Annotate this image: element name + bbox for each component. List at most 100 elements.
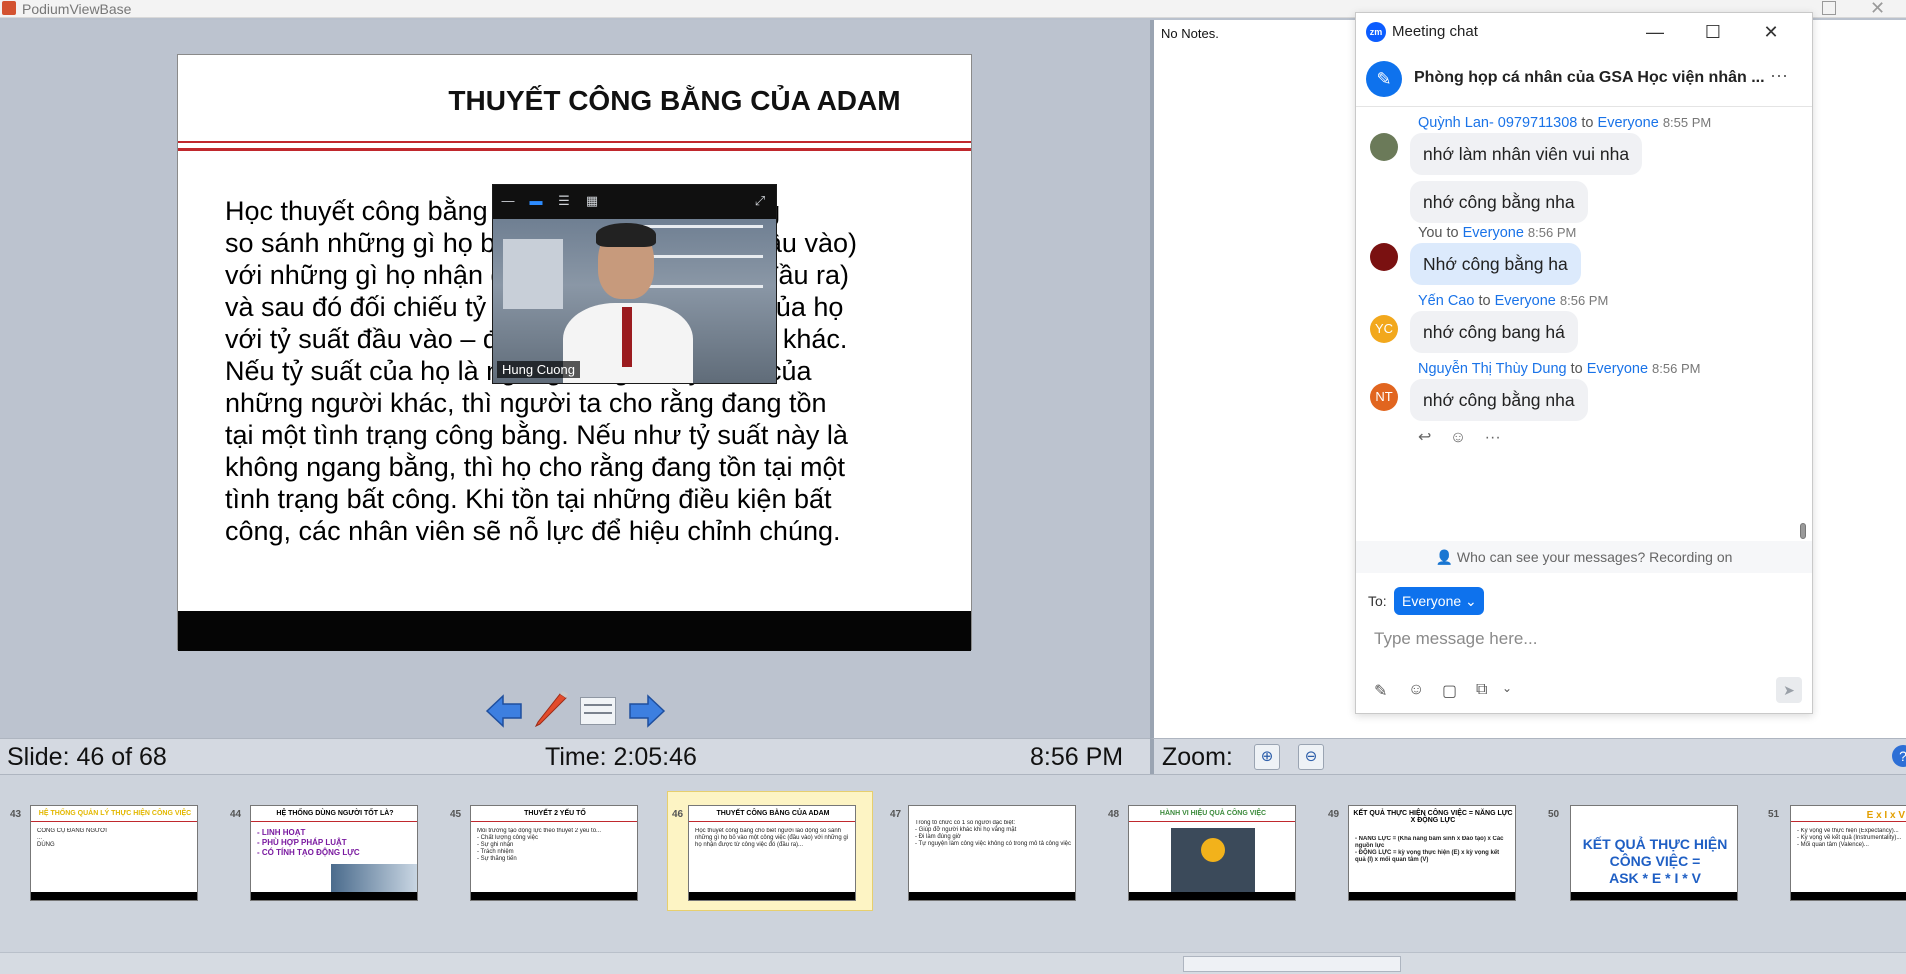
thumbnail-number: 48	[1108, 809, 1120, 820]
message-meta: You to Everyone 8:56 PM	[1418, 225, 1576, 241]
to-label: To:	[1368, 593, 1387, 609]
recipient-select[interactable]: Everyone ⌄	[1394, 587, 1484, 615]
previous-slide-arrow-icon[interactable]	[485, 694, 523, 728]
compose-icon[interactable]: ✎	[1366, 61, 1402, 97]
sender-name: You	[1418, 225, 1443, 241]
to-word: to	[1478, 293, 1491, 309]
slide-thumbnail[interactable]: KẾT QUẢ THỰC HIỆN CÔNG VIỆC = NĂNG LỰC X…	[1348, 805, 1516, 901]
thumbnail-number: 46	[672, 809, 684, 820]
message-bubble[interactable]: nhớ công bằng nha	[1410, 181, 1588, 223]
scrollbar-thumb[interactable]	[1183, 956, 1401, 972]
slide-thumbnail-strip: 43 HỆ THỐNG QUẢN LÝ THỰC HIỆN CÔNG VIỆC …	[0, 774, 1906, 952]
speaker-view-icon[interactable]: ▬	[527, 193, 545, 209]
close-window-icon[interactable]: ✕	[1870, 0, 1885, 19]
avatar[interactable]	[1370, 243, 1398, 271]
message-meta: Yến Cao to Everyone 8:56 PM	[1418, 293, 1608, 309]
avatar[interactable]: YC	[1370, 315, 1398, 343]
avatar[interactable]: NT	[1370, 383, 1398, 411]
message-time: 8:55 PM	[1662, 115, 1712, 130]
thumbnail-title: KẾT QUẢ THỰC HIỆN CÔNG VIỆC = NĂNG LỰC X…	[1353, 810, 1513, 824]
message-list[interactable]: Quỳnh Lan- 0979711308 to Everyone 8:55 P…	[1356, 107, 1812, 541]
slide-thumbnail[interactable]: HỆ THỐNG QUẢN LÝ THỰC HIỆN CÔNG VIỆC CÔN…	[30, 805, 198, 901]
privacy-text: Who can see your messages? Recording on	[1456, 549, 1733, 565]
elapsed-time: Time: 2:05:46	[545, 743, 697, 771]
minimize-video-icon[interactable]: —	[499, 193, 517, 209]
thumbnail-number: 45	[450, 809, 462, 820]
thumbnail-scrollbar[interactable]	[0, 952, 1906, 974]
file-icon[interactable]: ▢	[1442, 681, 1457, 701]
slide-thumbnail-current[interactable]: THUYẾT CÔNG BẰNG CỦA ADAM Học thuyết côn…	[688, 805, 856, 901]
to-word: to	[1581, 115, 1594, 131]
slide-thumbnail[interactable]: E x I x V - Kỳ vọng về thực hiện (Expect…	[1790, 805, 1906, 901]
chat-titlebar: zm Meeting chat — ☐ ✕	[1356, 13, 1812, 51]
thumbnail-title: THUYẾT 2 YẾU TỐ	[524, 810, 586, 817]
help-icon[interactable]: ?	[1892, 745, 1906, 767]
sender-name: Nguyễn Thị Thùy Dung	[1418, 361, 1567, 377]
avatar[interactable]	[1370, 133, 1398, 161]
zoom-label: Zoom:	[1162, 743, 1233, 771]
gallery-view-icon[interactable]: ▦	[583, 193, 601, 209]
thumbnail-body: Trong tổ chức có 1 số người đặc biệt: - …	[915, 820, 1071, 847]
thumbnail-title: HÀNH VI HIỆU QUẢ CÔNG VIỆC	[1159, 810, 1267, 817]
emoji-reaction-icon[interactable]: ☺	[1450, 429, 1466, 446]
to-word: to	[1446, 225, 1459, 241]
thumbnail-body: KẾT QUẢ THỰC HIỆN CÔNG VIỆC = ASK * E * …	[1582, 836, 1728, 886]
thumbnail-body: - Kỳ vọng về thực hiện (Expectancy)... -…	[1797, 828, 1902, 848]
slide-thumbnail[interactable]: KẾT QUẢ THỰC HIỆN CÔNG VIỆC = ASK * E * …	[1570, 805, 1738, 901]
zoom-bar: Zoom: ⊕ ⊖ ?	[1150, 738, 1906, 774]
more-options-icon[interactable]: ···	[1770, 65, 1788, 86]
strip-view-icon[interactable]: ☰	[555, 193, 573, 209]
thumbnail-number: 51	[1768, 809, 1780, 820]
video-toolbar: — ▬ ☰ ▦ ⤢	[493, 185, 776, 219]
participant-video[interactable]: — ▬ ☰ ▦ ⤢ Hung Cuong	[492, 184, 777, 384]
restore-window-icon[interactable]	[1822, 1, 1836, 15]
to-word: to	[1570, 361, 1583, 377]
screen-options-icon[interactable]	[580, 697, 616, 725]
video-feed	[493, 219, 776, 383]
pen-tool-icon[interactable]	[532, 688, 572, 728]
message-input[interactable]	[1374, 627, 1794, 651]
slide-thumbnail[interactable]: HỆ THỐNG DÙNG NGƯỜI TỐT LÀ? - LINH HOẠT …	[250, 805, 418, 901]
thumbnail-number: 50	[1548, 809, 1560, 820]
thumbnail-title: E x I x V	[1866, 810, 1905, 821]
message-bubble[interactable]: Nhớ công bằng ha	[1410, 243, 1581, 285]
reply-icon[interactable]: ↩	[1418, 429, 1431, 446]
more-actions-icon[interactable]: ···	[1485, 429, 1501, 446]
message-time: 8:56 PM	[1527, 225, 1577, 240]
sender-name: Quỳnh Lan- 0979711308	[1418, 115, 1578, 131]
screenshot-icon[interactable]: ⧉	[1476, 681, 1487, 699]
slide-thumbnail[interactable]: Trong tổ chức có 1 số người đặc biệt: - …	[908, 805, 1076, 901]
message-bubble[interactable]: nhớ làm nhân viên vui nha	[1410, 133, 1643, 175]
zoom-out-icon[interactable]: ⊖	[1298, 744, 1324, 770]
thumbnail-title: HỆ THỐNG DÙNG NGƯỜI TỐT LÀ?	[276, 810, 394, 817]
expand-video-icon[interactable]: ⤢	[751, 193, 769, 209]
meeting-chat-window[interactable]: zm Meeting chat — ☐ ✕ ✎ Phòng họp cá nhâ…	[1355, 12, 1813, 714]
privacy-notice[interactable]: 👤 Who can see your messages? Recording o…	[1356, 541, 1812, 573]
recipient-value: Everyone	[1402, 593, 1462, 609]
recipient-name: Everyone	[1462, 225, 1524, 241]
thumbnail-number: 49	[1328, 809, 1340, 820]
slide-counter: Slide: 46 of 68	[7, 743, 167, 771]
window-title: PodiumViewBase	[22, 1, 132, 17]
chat-scrollbar[interactable]	[1800, 107, 1806, 541]
chevron-down-icon: ⌄	[1465, 593, 1477, 609]
slide-thumbnail[interactable]: THUYẾT 2 YẾU TỐ Môi trường tạo động lực …	[470, 805, 638, 901]
emoji-icon[interactable]: ☺	[1408, 681, 1424, 699]
format-text-icon[interactable]: ✎	[1374, 681, 1387, 701]
send-icon[interactable]: ➤	[1776, 677, 1802, 703]
minimize-icon[interactable]: —	[1640, 19, 1670, 45]
slide-footer-bar	[178, 611, 971, 651]
zoom-in-icon[interactable]: ⊕	[1254, 744, 1280, 770]
message-bubble[interactable]: nhớ công bang há	[1410, 311, 1578, 353]
slide-divider	[178, 141, 971, 143]
message-bubble[interactable]: nhớ công bằng nha	[1410, 379, 1588, 421]
message-meta: Nguyễn Thị Thùy Dung to Everyone 8:56 PM	[1418, 361, 1700, 377]
chevron-down-icon[interactable]: ⌄	[1502, 681, 1512, 695]
thumbnail-number: 43	[10, 809, 22, 820]
thumbnail-body: CÔNG CỤ ĐÁNG NGƯỜI ... DÙNG	[37, 828, 107, 848]
maximize-icon[interactable]: ☐	[1698, 19, 1728, 45]
thumbnail-title: THUYẾT CÔNG BẰNG CỦA ADAM	[716, 810, 830, 817]
close-icon[interactable]: ✕	[1756, 19, 1786, 45]
slide-thumbnail[interactable]: HÀNH VI HIỆU QUẢ CÔNG VIỆC	[1128, 805, 1296, 901]
next-slide-arrow-icon[interactable]	[628, 694, 666, 728]
